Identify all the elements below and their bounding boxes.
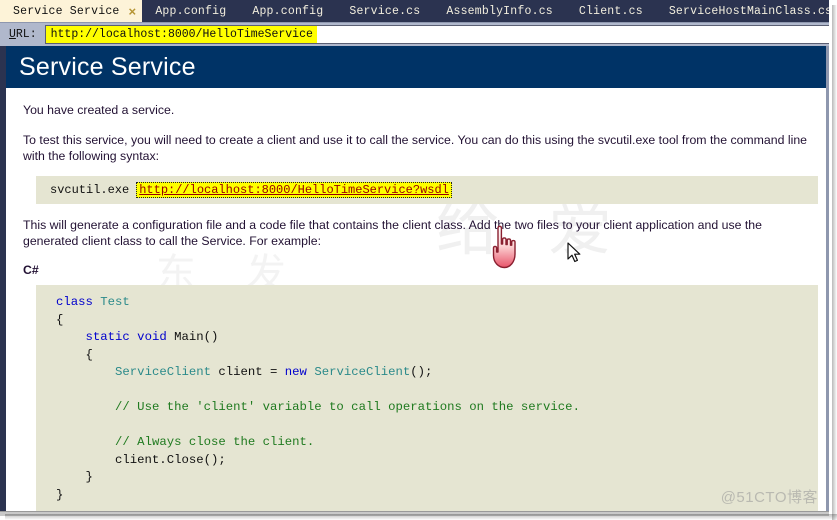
generate-paragraph: This will generate a configuration file …: [23, 218, 762, 248]
tab-0[interactable]: Service Service ×: [0, 0, 143, 22]
tab-1[interactable]: App.config: [142, 0, 239, 22]
instructions-paragraph: To test this service, you will need to c…: [23, 133, 807, 163]
tab-5[interactable]: Client.cs: [566, 0, 656, 22]
code-token: class: [56, 295, 101, 309]
code-token: static void: [85, 330, 175, 344]
url-label: URL:: [0, 28, 45, 41]
code-line-1: {: [36, 312, 818, 330]
code-token: client =: [210, 365, 285, 379]
page-header-band: Service Service: [6, 46, 826, 88]
code-line-3: {: [36, 347, 818, 365]
corner-watermark: @51CTO博客: [720, 489, 818, 506]
window-shadow-right: [832, 5, 837, 520]
url-label-rest: RL:: [15, 28, 37, 41]
wsdl-link[interactable]: http://localhost:8000/HelloTimeService?w…: [136, 182, 452, 198]
code-token: }: [56, 487, 64, 502]
tab-4[interactable]: AssemblyInfo.cs: [433, 0, 566, 22]
code-token: ServiceClient: [314, 365, 411, 379]
code-line-2: static void Main(): [36, 329, 818, 347]
svcutil-command-block: svcutil.exe http://localhost:8000/HelloT…: [36, 176, 818, 204]
page-content: You have created a service. To test this…: [6, 88, 826, 511]
url-label-accel: U: [9, 28, 16, 41]
intro-paragraph: You have created a service.: [23, 103, 175, 117]
code-line-9: client.Close();: [36, 452, 818, 470]
code-line-8: // Always close the client.: [36, 434, 818, 452]
tab-label: ServiceHostMainClass.cs: [668, 4, 829, 18]
sample-code-block: class Test{ static void Main() { Service…: [36, 285, 818, 511]
code-token: // Always close the client.: [115, 435, 315, 449]
code-line-11: }: [36, 487, 818, 505]
tab-label: AssemblyInfo.cs: [446, 4, 553, 18]
tab-close-icon[interactable]: ×: [129, 5, 137, 18]
tab-label: App.config: [252, 4, 324, 18]
tab-bar: Service Service × App.config App.config Serv…: [0, 0, 829, 22]
code-token: client.Close();: [56, 452, 226, 467]
code-line-6: // Use the 'client' variable to call ope…: [36, 399, 818, 417]
svcutil-command-text: svcutil.exe: [50, 183, 130, 197]
code-token: {: [56, 312, 64, 327]
code-token: Main(): [174, 330, 219, 344]
code-token: ();: [410, 365, 433, 379]
browser-content-area: 给 爱 东 发 Service Service You have created…: [0, 46, 829, 511]
window-shadow-bottom: [5, 514, 837, 520]
code-token: Test: [100, 295, 130, 309]
code-token: new: [284, 365, 315, 379]
tab-2[interactable]: App.config: [239, 0, 336, 22]
code-line-4: ServiceClient client = new ServiceClient…: [36, 364, 818, 382]
code-token: {: [56, 347, 93, 362]
code-token: // Use the 'client' variable to call ope…: [115, 400, 580, 414]
tab-label: Client.cs: [578, 4, 643, 18]
tab-6[interactable]: ServiceHostMainClass.cs: [656, 0, 829, 22]
code-line-0: class Test: [36, 294, 818, 312]
tab-label: Service Service: [13, 4, 120, 18]
tab-3[interactable]: Service.cs: [336, 0, 433, 22]
page-title: Service Service: [19, 52, 196, 81]
code-language-label: C#: [23, 263, 39, 277]
url-bar: URL: http://localhost:8000/HelloTimeServ…: [0, 22, 829, 46]
url-input[interactable]: http://localhost:8000/HelloTimeService: [44, 25, 829, 44]
tab-label: Service.cs: [349, 4, 421, 18]
page-inner: 给 爱 东 发 Service Service You have created…: [6, 46, 826, 511]
code-token: ServiceClient: [115, 365, 211, 379]
code-token: }: [56, 470, 93, 484]
tab-label: App.config: [155, 4, 227, 18]
url-input-value[interactable]: http://localhost:8000/HelloTimeService: [45, 26, 317, 43]
code-line-10: }: [36, 469, 818, 487]
